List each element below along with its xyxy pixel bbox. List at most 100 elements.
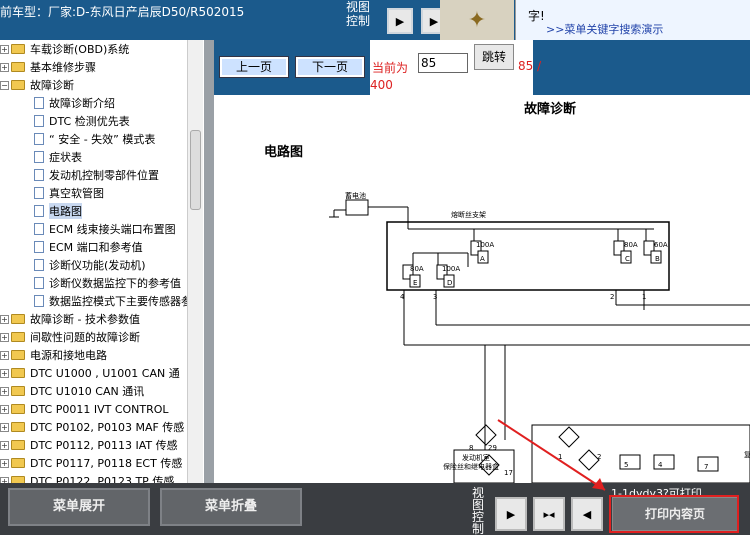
document-icon: [34, 277, 44, 289]
svg-text:A: A: [480, 255, 485, 263]
tree-item[interactable]: + 基本维修步骤: [0, 58, 96, 76]
tree-item[interactable]: ECM 线束接头端口布置图: [34, 220, 176, 238]
top-bar: 前车型：厂家:D-东风日产启辰D50/R502015 视图控制 ▶ ▶ ✦ 字!…: [0, 0, 750, 40]
expand-toggle-icon[interactable]: +: [0, 368, 9, 378]
svg-text:保险丝和继电器盒: 保险丝和继电器盒: [443, 462, 499, 471]
document-icon: [34, 259, 44, 271]
next-view-button[interactable]: ▶: [387, 8, 413, 34]
search-demo-link[interactable]: >>菜单关键字搜索演示: [546, 21, 663, 37]
svg-text:B: B: [655, 255, 660, 263]
tree-item-label: 电源和接地电路: [30, 349, 107, 362]
tree-item-label: DTC P0117, P0118 ECT 传感: [30, 457, 183, 470]
tree-item-label: 故障诊断 - 技术参数值: [30, 313, 140, 326]
tree-item-label: 电路图: [49, 203, 82, 219]
tree-item-label: DTC P0122, P0123 TP 传感: [30, 475, 175, 483]
folder-icon: [11, 44, 25, 54]
tree-item[interactable]: 症状表: [34, 148, 82, 166]
tree-item[interactable]: 诊断仪数据监控下的参考值: [34, 274, 181, 292]
tree-item[interactable]: + DTC P0112, P0113 IAT 传感: [0, 436, 178, 454]
document-view: 蓄电池 熔断丝支架 100A A 80A C 60A B 80A E 100A D 43 …: [214, 95, 750, 483]
svg-text:17: 17: [504, 469, 513, 477]
tree-item[interactable]: ECM 端口和参考值: [34, 238, 143, 256]
document-icon: [34, 115, 44, 127]
tree-item[interactable]: + DTC P0122, P0123 TP 传感: [0, 472, 174, 483]
tree-item-label: DTC U1010 CAN 通讯: [30, 385, 145, 398]
tree-item-label: DTC P0102, P0103 MAF 传感: [30, 421, 185, 434]
expand-toggle-icon[interactable]: +: [0, 422, 9, 432]
expand-toggle-icon[interactable]: +: [0, 386, 9, 396]
expand-toggle-icon[interactable]: +: [0, 350, 9, 360]
folder-icon: [11, 422, 25, 432]
expand-toggle-icon[interactable]: +: [0, 458, 9, 468]
svg-text:2: 2: [597, 453, 601, 461]
next-page-button[interactable]: 下一页: [295, 56, 365, 78]
view-split-button[interactable]: ▸◂: [533, 497, 565, 531]
section-title: 电路图: [264, 145, 304, 160]
document-icon: [34, 295, 44, 307]
tree-item[interactable]: − 故障诊断: [0, 76, 74, 94]
tree-item[interactable]: + DTC U1000 , U1001 CAN 通: [0, 364, 180, 382]
svg-text:80A: 80A: [624, 241, 638, 249]
svg-text:1: 1: [558, 453, 562, 461]
tree-item[interactable]: + 间歇性问题的故障诊断: [0, 328, 140, 346]
tree-item-label: DTC P0011 IVT CONTROL: [30, 402, 169, 416]
tree-item[interactable]: + DTC P0011 IVT CONTROL: [0, 400, 169, 418]
tree-item[interactable]: + 车载诊断(OBD)系统: [0, 40, 129, 58]
expand-toggle-icon[interactable]: +: [0, 314, 9, 324]
tree-item[interactable]: + 电源和接地电路: [0, 346, 107, 364]
svg-text:29: 29: [488, 444, 497, 452]
tree-item[interactable]: 发动机控制零部件位置: [34, 166, 159, 184]
svg-text:80A: 80A: [410, 265, 424, 273]
expand-toggle-icon[interactable]: +: [0, 440, 9, 450]
view-prev-button[interactable]: ◀: [571, 497, 603, 531]
expand-toggle-icon[interactable]: +: [0, 62, 9, 72]
folder-icon: [11, 458, 25, 468]
svg-text:1: 1: [642, 293, 646, 301]
document-icon: [34, 151, 44, 163]
pane-splitter[interactable]: [204, 40, 214, 483]
tree-scrollbar[interactable]: [187, 40, 203, 483]
svg-text:7: 7: [704, 463, 708, 471]
document-icon: [34, 223, 44, 235]
page-total: 400: [370, 78, 393, 92]
fusebox-label: 熔断丝支架: [451, 210, 486, 219]
tree-item-label: 真空软管图: [49, 187, 104, 200]
tree-item[interactable]: + DTC U1010 CAN 通讯: [0, 382, 144, 400]
tree-item[interactable]: + DTC P0102, P0103 MAF 传感: [0, 418, 184, 436]
folder-icon: [11, 350, 25, 360]
expand-toggle-icon[interactable]: +: [0, 404, 9, 414]
menu-expand-button[interactable]: 菜单展开: [8, 488, 150, 526]
split-icon: ▸◂: [543, 507, 555, 521]
tree-item[interactable]: “ 安全 - 失效” 模式表: [34, 130, 155, 148]
tree-item[interactable]: DTC 检测优先表: [34, 112, 130, 130]
tree-item-label: 车载诊断(OBD)系统: [30, 43, 130, 56]
tree-item[interactable]: 诊断仪功能(发动机): [34, 256, 146, 274]
tree-item[interactable]: 故障诊断介绍: [34, 94, 115, 112]
jump-button[interactable]: 跳转: [474, 44, 514, 70]
expand-toggle-icon[interactable]: +: [0, 44, 9, 54]
document-icon: [34, 133, 44, 145]
folder-icon: [11, 404, 25, 414]
expand-toggle-icon[interactable]: +: [0, 332, 9, 342]
tree-item-label: ECM 线束接头端口布置图: [49, 223, 176, 236]
expand-toggle-icon[interactable]: −: [0, 80, 9, 90]
view-next-button[interactable]: ▶: [495, 497, 527, 531]
svg-text:C: C: [625, 255, 630, 263]
prev-page-button[interactable]: 上一页: [219, 56, 289, 78]
folder-icon: [11, 386, 25, 396]
folder-icon: [11, 368, 25, 378]
tree-item[interactable]: + DTC P0117, P0118 ECT 传感: [0, 454, 182, 472]
play-icon-2: ▶: [429, 14, 439, 28]
highlight-box: [609, 495, 739, 533]
tree-item[interactable]: + 故障诊断 - 技术参数值: [0, 310, 140, 328]
document-icon: [34, 241, 44, 253]
current-page-input[interactable]: [418, 53, 468, 73]
view-control-label: 视图控制: [346, 0, 371, 28]
scroll-thumb[interactable]: [190, 130, 201, 210]
tree-item[interactable]: 数据监控模式下主要传感器参: [34, 292, 192, 310]
menu-collapse-button[interactable]: 菜单折叠: [160, 488, 302, 526]
folder-icon: [11, 80, 25, 90]
tree-item[interactable]: 电路图: [34, 202, 82, 220]
svg-text:60A: 60A: [654, 241, 668, 249]
tree-item[interactable]: 真空软管图: [34, 184, 104, 202]
